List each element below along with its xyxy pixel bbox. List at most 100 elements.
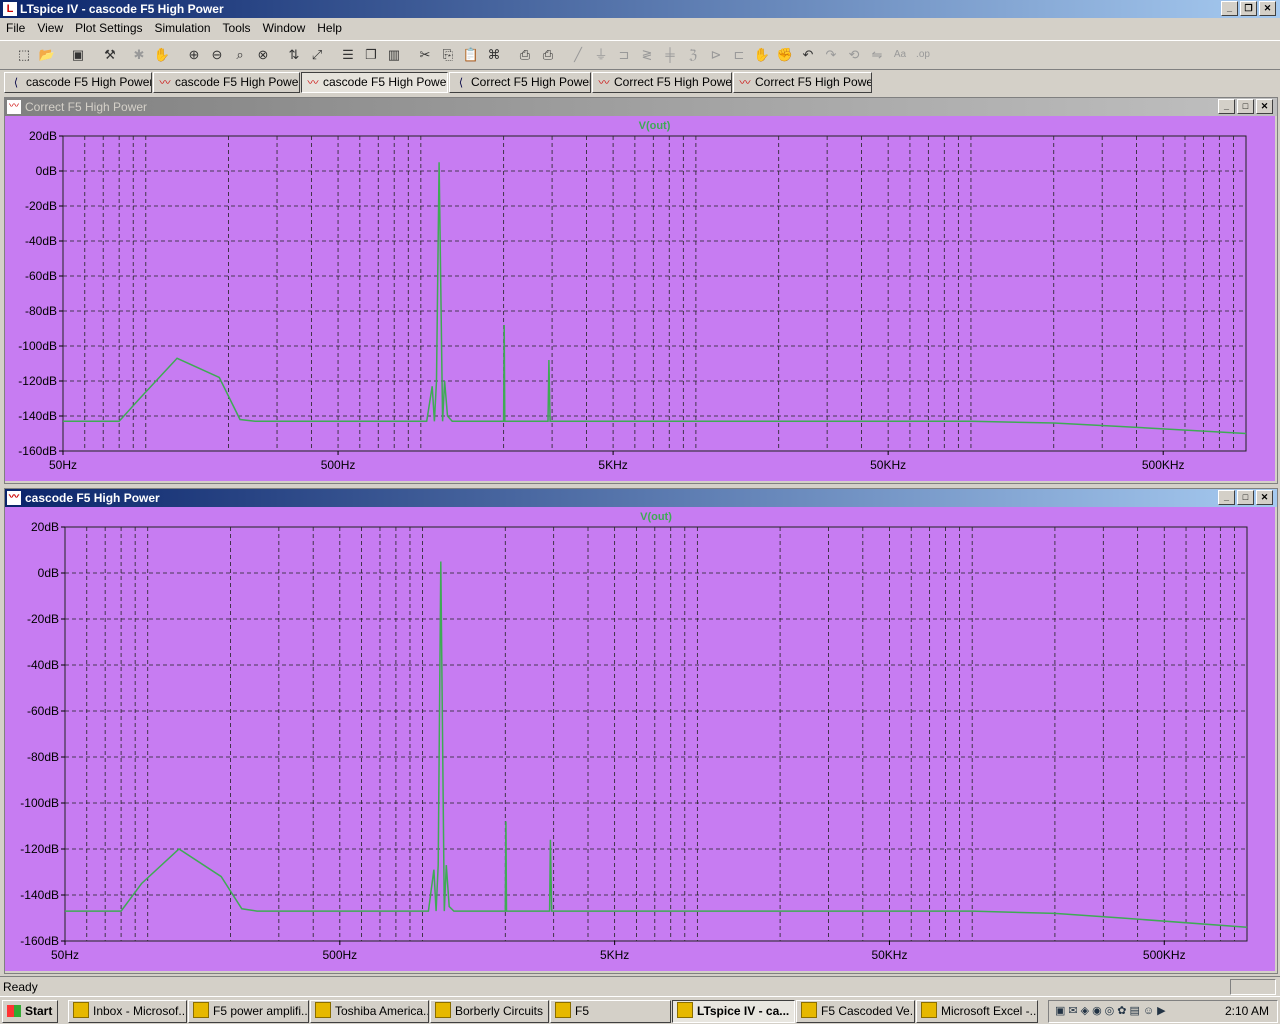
tab-6[interactable]: 〰 Correct F5 High Power xyxy=(733,72,872,93)
wire-icon[interactable]: ╱ xyxy=(568,45,588,65)
menu-view[interactable]: View xyxy=(31,19,69,38)
pane-title-bar[interactable]: 〰 Correct F5 High Power _ □ ✕ xyxy=(5,98,1277,116)
mirror-icon[interactable]: ⇋ xyxy=(867,45,887,65)
taskbar-button-label: Inbox - Microsof... xyxy=(93,1004,187,1018)
run-icon[interactable]: ✱ xyxy=(129,45,149,65)
ltspice-app-icon[interactable]: L xyxy=(3,2,17,16)
x-tick-label: 50KHz xyxy=(871,948,907,962)
y-tick-label: -100dB xyxy=(18,339,57,353)
print-icon[interactable]: ⎙ xyxy=(538,45,558,65)
zoom-cancel-icon[interactable]: ⊗ xyxy=(253,45,273,65)
redo-icon[interactable]: ↷ xyxy=(821,45,841,65)
print-preview-icon[interactable]: ⎙ xyxy=(515,45,535,65)
zoom-area-icon[interactable]: ⌕ xyxy=(230,45,250,65)
rotate-icon[interactable]: ⟲ xyxy=(844,45,864,65)
start-button[interactable]: Start xyxy=(2,1000,58,1023)
pane-close-button[interactable]: ✕ xyxy=(1256,490,1273,505)
windows-logo-icon xyxy=(7,1005,21,1017)
close-button[interactable]: ✕ xyxy=(1259,1,1276,16)
tab-1[interactable]: ⟨ cascode F5 High Power xyxy=(4,72,152,93)
trace-label[interactable]: V(out) xyxy=(640,511,672,523)
pane-maximize-button[interactable]: □ xyxy=(1237,490,1254,505)
label-icon[interactable]: ⊐ xyxy=(614,45,634,65)
tray-icons[interactable]: ▣✉◈◉◎✿▤☺▶ xyxy=(1055,1004,1169,1017)
cut-icon[interactable]: ✂ xyxy=(415,45,435,65)
menu-simulation[interactable]: Simulation xyxy=(149,19,217,38)
y-tick-label: -140dB xyxy=(18,409,57,423)
taskbar-button-label: Toshiba America... xyxy=(335,1004,429,1018)
taskbar-button[interactable]: LTspice IV - ca... xyxy=(672,1000,795,1023)
zoom-in-icon[interactable]: ⊕ xyxy=(184,45,204,65)
taskbar-button[interactable]: F5 xyxy=(550,1000,671,1023)
copy-icon[interactable]: ⎘ xyxy=(438,45,458,65)
autorange-icon[interactable]: ⇅ xyxy=(284,45,304,65)
x-tick-label: 50KHz xyxy=(870,458,906,472)
move-icon[interactable]: ✋ xyxy=(752,45,772,65)
y-tick-label: -20dB xyxy=(25,199,57,213)
ground-icon[interactable]: ⏚ xyxy=(591,45,611,65)
taskbar-button-label: F5 power amplifi... xyxy=(213,1004,309,1018)
spice-directive-icon[interactable]: .op xyxy=(913,45,933,65)
fft-plot-correct[interactable]: 20dB 0dB -20dB -40dB -60dB -80dB -100dB -120dB -… xyxy=(5,116,1275,481)
halt-icon[interactable]: ✋ xyxy=(152,45,172,65)
y-tick-label: -20dB xyxy=(27,612,59,626)
component-icon[interactable]: ⊏ xyxy=(729,45,749,65)
pane-minimize-button[interactable]: _ xyxy=(1218,490,1235,505)
paste-icon[interactable]: 📋 xyxy=(461,45,481,65)
pane-minimize-button[interactable]: _ xyxy=(1218,99,1235,114)
menu-help[interactable]: Help xyxy=(311,19,348,38)
control-panel-icon[interactable]: ⚒ xyxy=(100,45,120,65)
fft-plot-cascode[interactable]: 20dB 0dB -20dB -40dB -60dB -80dB -100dB -120dB -… xyxy=(5,507,1275,971)
y-tick-label: 20dB xyxy=(29,129,57,143)
trace-label[interactable]: V(out) xyxy=(639,120,671,132)
menu-window[interactable]: Window xyxy=(257,19,312,38)
pane-close-button[interactable]: ✕ xyxy=(1256,99,1273,114)
pane-maximize-button[interactable]: □ xyxy=(1237,99,1254,114)
restore-button[interactable]: ❐ xyxy=(1240,1,1257,16)
undo-icon[interactable]: ↶ xyxy=(798,45,818,65)
x-tick-label: 500Hz xyxy=(322,948,357,962)
tab-4[interactable]: ⟨ Correct F5 High Power xyxy=(449,72,591,93)
text-icon[interactable]: Aa xyxy=(890,45,910,65)
taskbar-button[interactable]: F5 power amplifi... xyxy=(188,1000,309,1023)
plot-pane-cascode: 〰 cascode F5 High Power _ □ ✕ 20dB 0dB -20dB… xyxy=(4,488,1278,974)
drag-icon[interactable]: ✊ xyxy=(775,45,795,65)
waveform-icon: 〰 xyxy=(7,491,21,505)
tab-2[interactable]: 〰 cascode F5 High Power xyxy=(153,72,300,93)
tab-label: Correct F5 High Power xyxy=(471,75,591,89)
pane-title-bar[interactable]: 〰 cascode F5 High Power _ □ ✕ xyxy=(5,489,1277,507)
cascade-icon[interactable]: ❐ xyxy=(361,45,381,65)
taskbar-button[interactable]: Borberly Circuits xyxy=(430,1000,549,1023)
zoom-fit-icon[interactable]: ⤢ xyxy=(307,45,327,65)
taskbar-button[interactable]: Toshiba America... xyxy=(310,1000,429,1023)
taskbar-button[interactable]: Inbox - Microsof... xyxy=(68,1000,187,1023)
outlook-icon xyxy=(73,1002,89,1018)
inductor-icon[interactable]: ℨ xyxy=(683,45,703,65)
x-tick-label: 5KHz xyxy=(598,458,627,472)
diode-icon[interactable]: ⊳ xyxy=(706,45,726,65)
open-icon[interactable]: 📂 xyxy=(37,45,57,65)
minimize-button[interactable]: _ xyxy=(1221,1,1238,16)
pane-caption-buttons: _ □ ✕ xyxy=(1216,490,1273,508)
tab-5[interactable]: 〰 Correct F5 High Power xyxy=(592,72,732,93)
tab-3[interactable]: 〰 cascode F5 High Power xyxy=(301,72,448,93)
taskbar-button[interactable]: Microsoft Excel -... xyxy=(916,1000,1038,1023)
menu-plot-settings[interactable]: Plot Settings xyxy=(69,19,148,38)
new-schematic-icon[interactable]: ⬚ xyxy=(14,45,34,65)
save-icon[interactable]: ▣ xyxy=(68,45,88,65)
pane-caption-buttons: _ □ ✕ xyxy=(1216,99,1273,117)
zoom-out-icon[interactable]: ⊖ xyxy=(207,45,227,65)
menu-file[interactable]: File xyxy=(0,19,31,38)
menu-bar: File View Plot Settings Simulation Tools Wind… xyxy=(0,19,1280,38)
capacitor-icon[interactable]: ╪ xyxy=(660,45,680,65)
y-tick-label: -120dB xyxy=(18,374,57,388)
y-tick-label: 20dB xyxy=(31,520,59,534)
tile-horizontal-icon[interactable]: ☰ xyxy=(338,45,358,65)
resistor-icon[interactable]: ≷ xyxy=(637,45,657,65)
find-icon[interactable]: ⌘ xyxy=(484,45,504,65)
caption-buttons: _ ❐ ✕ xyxy=(1219,1,1276,19)
taskbar-button-label: F5 Cascoded Ve... xyxy=(821,1004,915,1018)
menu-tools[interactable]: Tools xyxy=(217,19,257,38)
tile-vertical-icon[interactable]: ▥ xyxy=(384,45,404,65)
taskbar-button[interactable]: F5 Cascoded Ve... xyxy=(796,1000,915,1023)
